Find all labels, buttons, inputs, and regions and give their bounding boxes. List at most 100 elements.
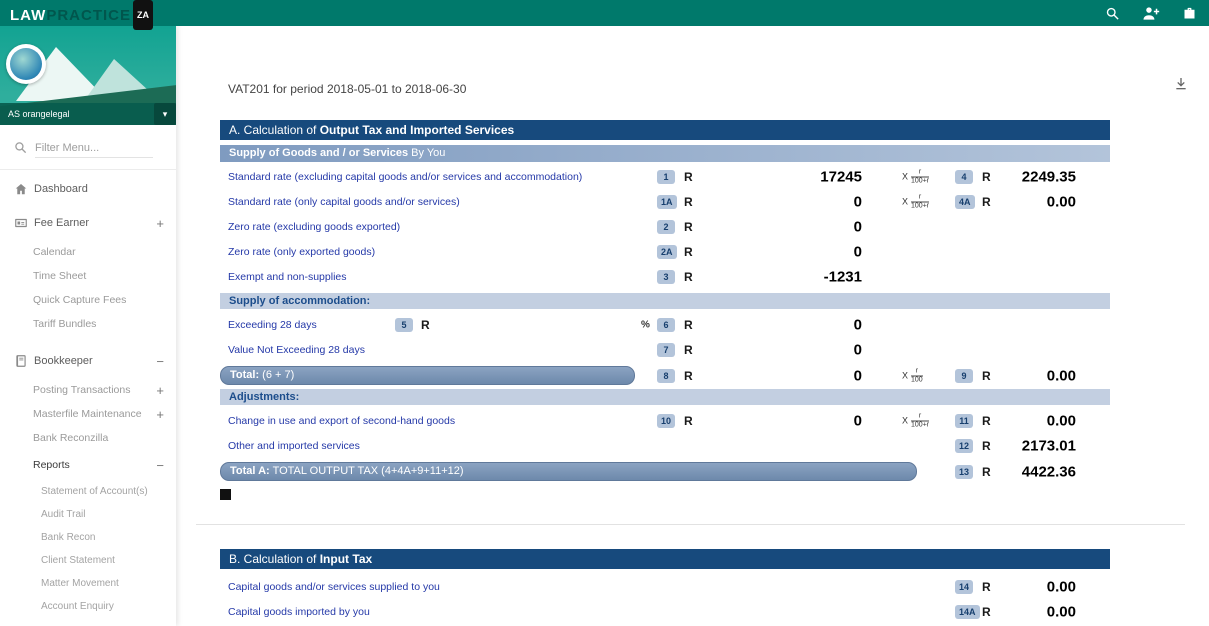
row-label: Exempt and non-supplies [228,271,347,283]
box-badge-1: 1 [657,170,675,184]
form-row: Exempt and non-supplies3R-1231 [220,264,1110,289]
sidebar-item-audit-trail[interactable]: Audit Trail [0,503,176,526]
fraction: r100+r [911,193,929,210]
main-header: VAT201 for period 2018-05-01 to 2018-06-… [176,26,1209,120]
sidebar-item-matter-movement[interactable]: Matter Movement [0,572,176,595]
search-icon[interactable] [1105,6,1120,21]
fraction: r100 [911,367,923,384]
row-value: 17245 [820,168,862,185]
sidebar-item-calendar[interactable]: Calendar [0,240,176,264]
sidebar-item-label: Bank Recon [41,532,95,543]
person-add-icon[interactable] [1142,6,1160,21]
sidebar-item-bank-recon[interactable]: Bank Recon [0,526,176,549]
section-letter: B. [229,552,244,566]
sidebar-item-label: Bank Reconzilla [33,432,108,444]
form-row: Zero rate (excluding goods exported)2R0 [220,214,1110,239]
sidebar-item-label: Audit Trail [41,509,85,520]
sidebar-item-time-sheet[interactable]: Time Sheet [0,264,176,288]
logo-practice: PRACTICE [46,7,131,24]
sidebar-item-label: Account Enquiry [41,601,114,612]
box-badge-5: 5 [395,318,413,332]
row-label: Standard rate (only capital goods and/or… [228,196,460,208]
row-label: Other and imported services [228,440,360,452]
sidebar-item-client-statement[interactable]: Client Statement [0,549,176,572]
sidebar-item-label: Dashboard [34,183,88,195]
app-logo: LAWPRACTICEZA [10,0,153,26]
sidebar-item-account-enquiry[interactable]: Account Enquiry [0,595,176,618]
collapse-icon[interactable]: − [156,458,164,473]
sidebar-item-reports[interactable]: Reports − [0,450,176,480]
sidebar-item-bookkeeper[interactable]: Bookkeeper − [0,344,176,378]
form-row: Capital goods and/or services supplied t… [220,574,1110,599]
fraction-denominator: 100+r [911,421,929,429]
sidebar-item-quick-capture-fees[interactable]: Quick Capture Fees [0,288,176,312]
multiply-x: X [902,197,908,207]
sidebar-item-fee-earner[interactable]: Fee Earner+ [0,206,176,240]
sidebar-item-label: Calendar [33,246,76,258]
currency-r: R [982,605,991,619]
download-icon[interactable] [1173,76,1189,97]
sidebar-item-masterfile-maintenance[interactable]: Masterfile Maintenance+ [0,402,176,426]
subsection-header: Supply of Goods and / or Services By You [220,145,1110,162]
chevron-down-icon[interactable]: ▾ [154,103,176,125]
home-icon [14,182,34,196]
sidebar-item-bank-reconzilla[interactable]: Bank Reconzilla [0,426,176,450]
row-value: 0 [854,243,862,260]
row-value: 0.00 [1047,578,1076,595]
box-badge-4: 4 [955,170,973,184]
box-badge-14: 14 [955,580,973,594]
fraction-numerator: r [911,412,929,421]
expand-icon[interactable]: + [156,407,164,422]
box-badge-10: 10 [657,414,675,428]
currency-r: R [684,170,693,184]
total-label-bold: Total A: [230,465,270,477]
sidebar-item-posting-transactions[interactable]: Posting Transactions+ [0,378,176,402]
expand-icon[interactable]: + [156,383,164,398]
form-row: Value Not Exceeding 28 days7R0 [220,337,1110,362]
filter-menu [0,125,176,170]
row-label: Zero rate (only exported goods) [228,246,375,258]
sidebar-item-statement-of-account-s-[interactable]: Statement of Account(s) [0,480,176,503]
fraction-numerator: r [911,193,929,202]
expand-icon[interactable]: + [156,216,164,231]
section-title-bold: Output Tax and Imported Services [320,123,514,137]
form-row: Standard rate (only capital goods and/or… [220,189,1110,214]
sidebar-hero-image: AS orangelegal ▾ [0,26,176,125]
sidebar-item-tariff-bundles[interactable]: Tariff Bundles [0,312,176,336]
sidebar-item-label: Bookkeeper [34,355,93,367]
filter-menu-input[interactable] [35,142,153,158]
form-row: Standard rate (excluding capital goods a… [220,164,1110,189]
row-label: Zero rate (excluding goods exported) [228,221,400,233]
row-label: Capital goods imported by you [228,606,370,618]
currency-r: R [684,369,693,383]
tax-fraction: Xr100+r [902,193,929,210]
sidebar-item-dashboard[interactable]: Dashboard [0,172,176,206]
form-row: Other and imported services12R2173.01 [220,433,1110,458]
box-badge-7: 7 [657,343,675,357]
sidebar-item-label: Client Statement [41,555,115,566]
multiply-x: X [902,172,908,182]
tax-fraction: Xr100 [902,367,923,384]
sidebar-item-label: Reports [33,459,70,471]
bag-icon[interactable] [1182,6,1197,21]
currency-r: R [982,195,991,209]
box-badge-14A: 14A [955,605,980,619]
currency-r: R [982,580,991,594]
topbar: LAWPRACTICEZA [0,0,1209,26]
fraction: r100+r [911,412,929,429]
group-label: Supply of accommodation: [229,295,370,307]
section-title-bold: Input Tax [320,552,372,566]
avatar[interactable] [6,44,46,84]
group-label: Adjustments: [229,391,299,403]
multiply-x: X [902,371,908,381]
row-value: 0.00 [1047,603,1076,620]
collapse-icon[interactable]: − [156,354,164,369]
sidebar: AS orangelegal ▾ Dashboard Fee Earner+ Cal… [0,26,176,626]
sidebar-item-label: Time Sheet [33,270,86,282]
topbar-icons [1105,0,1197,26]
total-row: Total A: TOTAL OUTPUT TAX (4+4A+9+11+12)… [220,462,1110,481]
currency-r: R [982,414,991,428]
row-label: Exceeding 28 days [228,319,317,331]
account-strip[interactable]: AS orangelegal ▾ [0,103,176,125]
row-value: 2173.01 [1022,437,1076,454]
